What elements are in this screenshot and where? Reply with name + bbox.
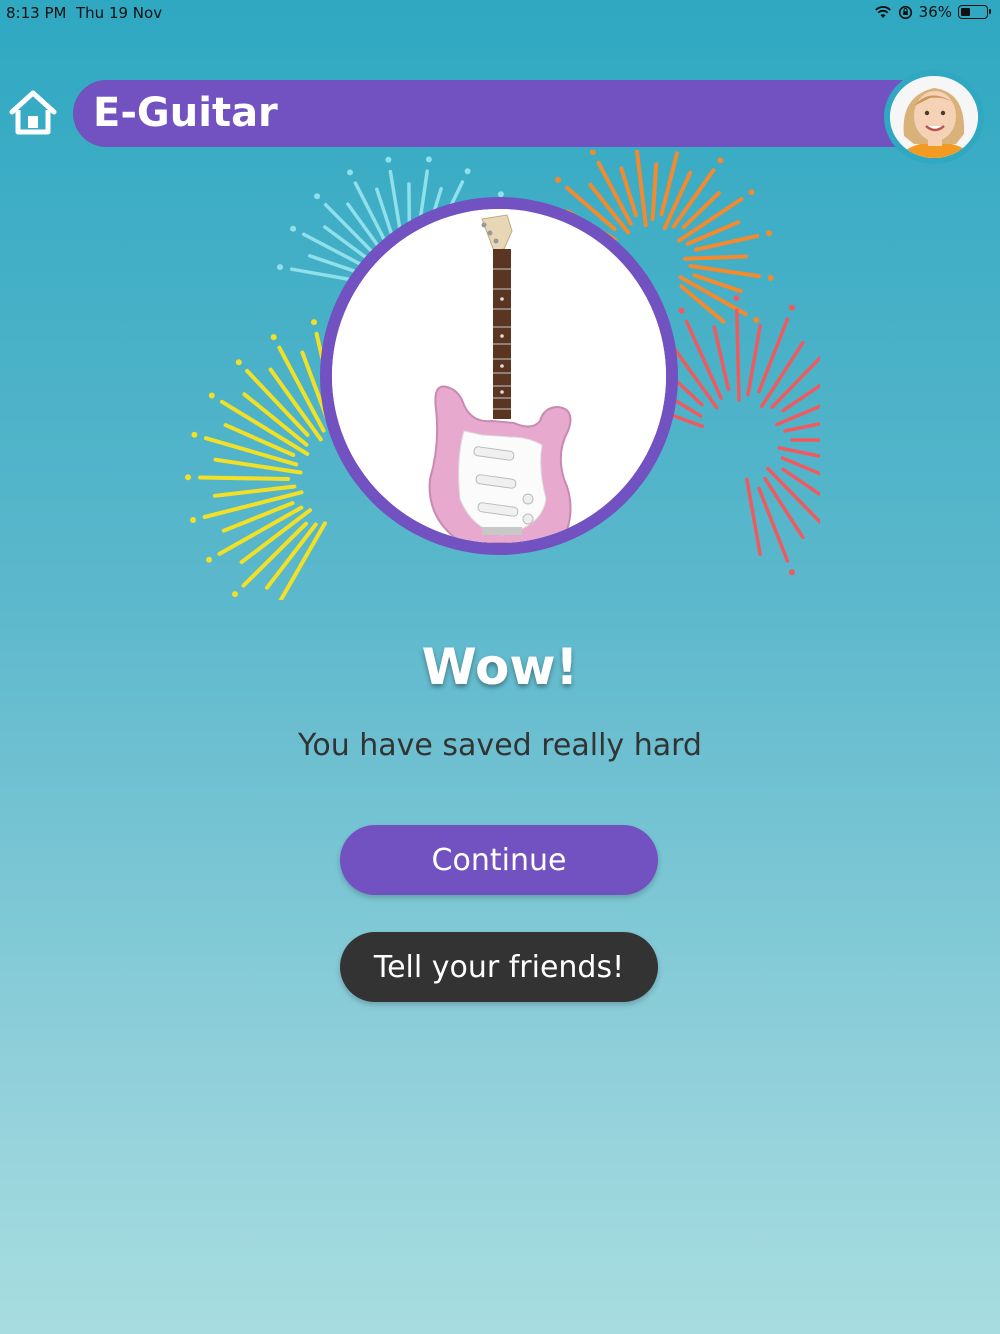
firework-spark	[270, 334, 277, 341]
status-indicators: 36%	[874, 3, 991, 21]
headline: Wow!	[421, 638, 579, 696]
avatar[interactable]	[884, 70, 984, 164]
success-message: You have saved really hard	[298, 728, 702, 763]
electric-guitar-image	[332, 209, 666, 543]
firework-spark	[385, 156, 392, 163]
firework-spark	[555, 176, 561, 183]
firework-spark	[678, 307, 685, 314]
battery-icon	[958, 5, 991, 19]
firework-ray	[757, 317, 790, 394]
firework-ray	[681, 191, 721, 230]
firework-spark	[788, 304, 795, 311]
firework-spark	[191, 431, 198, 438]
firework-spark	[589, 150, 596, 156]
title-bar: E-Guitar	[73, 80, 913, 147]
firework-spark	[277, 264, 283, 271]
firework-spark	[464, 168, 471, 175]
firework-spark	[347, 169, 353, 176]
firework-ray	[757, 486, 790, 563]
firework-spark	[314, 193, 321, 200]
firework-spark	[185, 474, 191, 481]
firework-spark	[311, 319, 317, 326]
firework-ray	[683, 254, 748, 261]
firework-spark	[235, 359, 242, 366]
battery-percent: 36%	[918, 3, 952, 21]
firework-ray	[735, 308, 741, 402]
firework-spark	[290, 225, 297, 232]
continue-button[interactable]: Continue	[340, 825, 658, 895]
item-image-frame	[320, 197, 678, 555]
firework-spark	[425, 156, 432, 163]
firework-ray	[712, 325, 731, 392]
tell-friends-button[interactable]: Tell your friends!	[340, 932, 658, 1002]
home-button[interactable]	[8, 88, 58, 138]
firework-spark	[767, 274, 774, 281]
firework-spark	[232, 591, 238, 598]
battery-level	[961, 8, 970, 16]
firework-ray	[650, 162, 659, 222]
firework-ray	[212, 484, 297, 498]
status-date: Thu 19 Nov	[76, 4, 163, 22]
firework-spark	[208, 392, 215, 399]
firework-spark	[190, 517, 196, 523]
firework-ray	[278, 521, 327, 600]
wifi-icon	[874, 6, 891, 18]
child-avatar-image	[890, 76, 978, 158]
firework-ray	[198, 475, 290, 481]
firework-spark	[733, 295, 740, 301]
firework-spark	[717, 157, 724, 164]
home-icon	[9, 90, 57, 135]
firework-spark	[748, 189, 755, 196]
firework-ray	[746, 324, 762, 397]
firework-spark	[753, 317, 760, 323]
status-time: 8:13 PM	[6, 4, 67, 22]
firework-spark	[788, 569, 795, 576]
firework-spark	[206, 556, 212, 563]
page-title: E-Guitar	[93, 90, 278, 136]
status-bar: 8:13 PM Thu 19 Nov 36%	[0, 0, 1000, 26]
orientation-lock-icon	[898, 5, 912, 19]
firework-spark	[766, 230, 772, 237]
firework-ray	[634, 150, 648, 228]
firework-ray	[688, 264, 761, 279]
